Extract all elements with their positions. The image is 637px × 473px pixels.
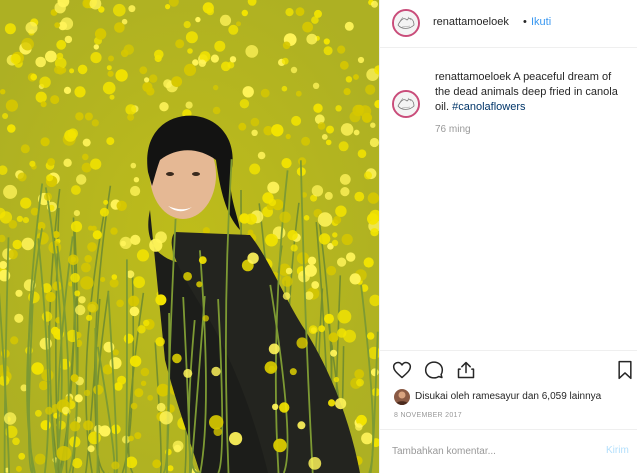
likes-row: Disukai oleh ramesayur dan 6,059 lainnya (394, 389, 634, 407)
avatar-illustration (394, 11, 418, 35)
share-icon[interactable] (456, 360, 476, 385)
avatar-illustration (394, 92, 418, 116)
hashtag-link[interactable]: #canolaflowers (452, 101, 525, 113)
comment-input[interactable] (392, 442, 592, 460)
caption-username[interactable]: renattamoeloek (435, 71, 511, 83)
post-photo[interactable] (0, 0, 379, 473)
canola-field-photo (0, 0, 379, 473)
follow-button[interactable]: Ikuti (531, 16, 551, 28)
caption-avatar[interactable] (392, 90, 420, 118)
bookmark-icon[interactable] (616, 360, 634, 385)
liker-avatar[interactable] (394, 389, 410, 405)
post-header: renattamoeloek • Ikuti (380, 0, 637, 48)
username-link[interactable]: renattamoeloek (433, 16, 509, 28)
post-actions: Disukai oleh ramesayur dan 6,059 lainnya… (380, 350, 637, 470)
comment-box: Kirim (380, 429, 637, 471)
caption-text: renattamoeloek A peaceful dream of the d… (435, 70, 625, 115)
caption-timestamp[interactable]: 76 ming (435, 124, 471, 135)
heart-icon[interactable] (392, 360, 412, 385)
comment-icon[interactable] (424, 360, 444, 385)
post-date[interactable]: 8 NOVEMBER 2017 (394, 412, 462, 419)
post-comment-button[interactable]: Kirim (606, 445, 629, 456)
likes-summary[interactable]: Disukai oleh ramesayur dan 6,059 lainnya (415, 391, 601, 402)
separator-dot: • (523, 16, 527, 28)
avatar[interactable] (392, 9, 420, 37)
post-side-panel: renattamoeloek • Ikuti renattamoeloek A … (379, 0, 637, 473)
